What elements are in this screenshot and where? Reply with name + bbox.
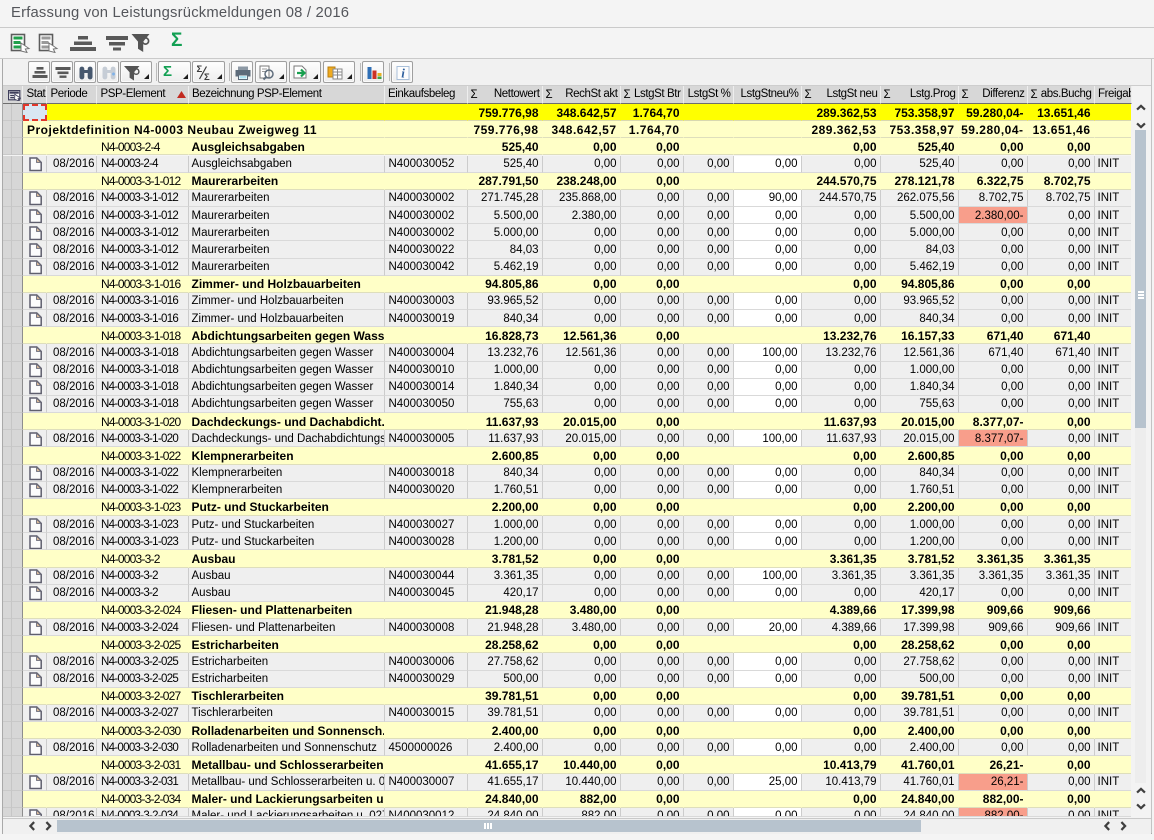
svg-text:Σ: Σ [197, 64, 203, 75]
svg-text:i: i [401, 66, 405, 81]
svg-text:Σ: Σ [204, 72, 210, 82]
